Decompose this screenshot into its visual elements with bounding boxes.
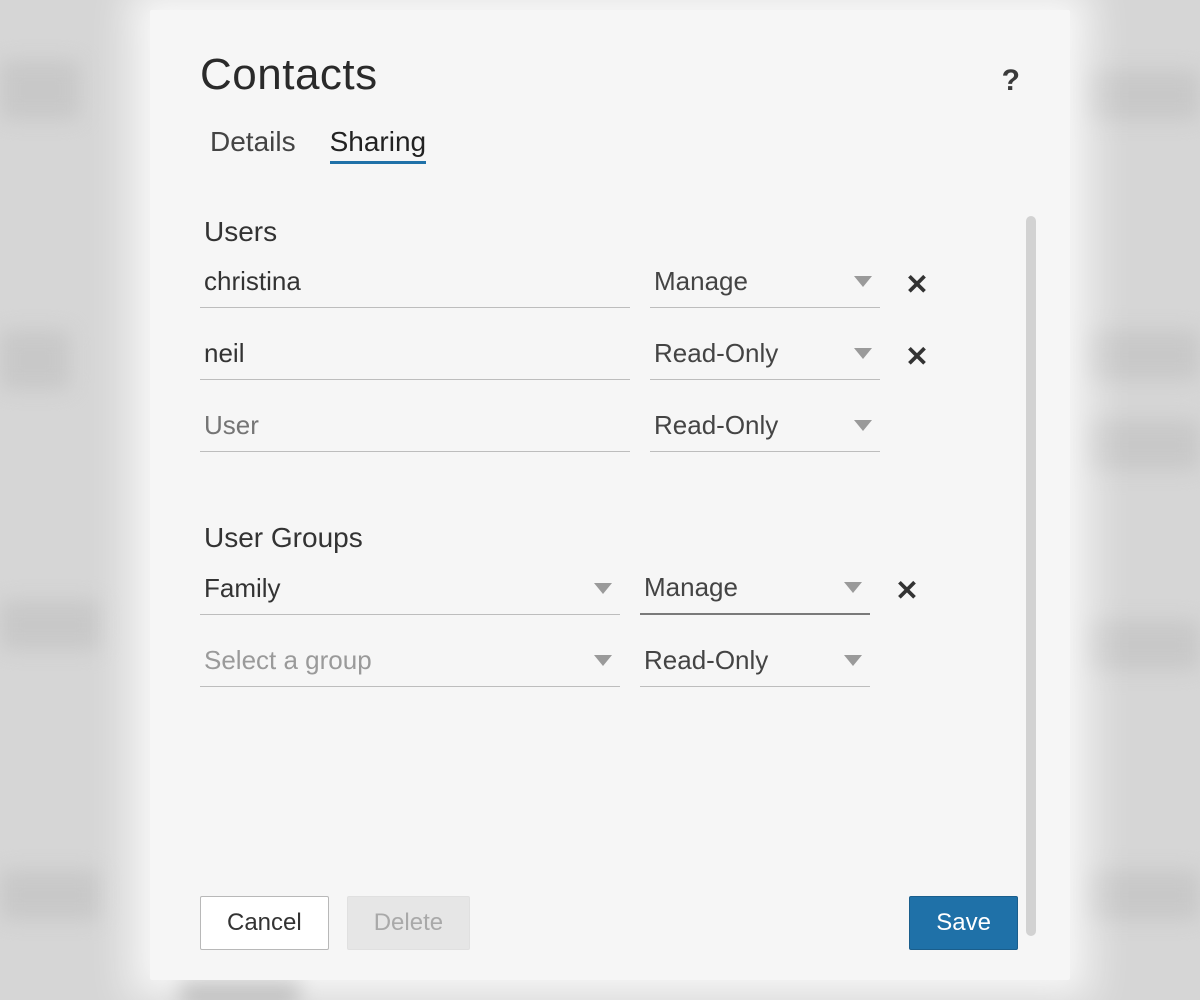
dialog-header: Contacts ?: [200, 40, 1030, 120]
group-placeholder: Select a group: [204, 645, 372, 676]
tab-details[interactable]: Details: [210, 126, 296, 164]
group-row-new: Select a group Read-Only: [200, 639, 1000, 687]
user-row: Read-Only ✕: [200, 332, 1000, 380]
user-row-new: Read-Only: [200, 404, 1000, 452]
permission-value: Read-Only: [654, 410, 778, 441]
tabs: Details Sharing: [210, 126, 1030, 164]
group-row: Family Manage ✕: [200, 566, 1000, 615]
group-select[interactable]: Family: [200, 567, 620, 615]
groups-heading: User Groups: [204, 522, 1000, 554]
permission-select[interactable]: Read-Only: [640, 639, 870, 687]
permission-value: Manage: [644, 572, 738, 603]
permission-select[interactable]: Read-Only: [650, 332, 880, 380]
help-icon[interactable]: ?: [992, 60, 1030, 102]
permission-select[interactable]: Manage: [650, 260, 880, 308]
permission-select[interactable]: Read-Only: [650, 404, 880, 452]
user-name-input[interactable]: [200, 260, 630, 308]
permission-value: Read-Only: [644, 645, 768, 676]
dialog-title: Contacts: [200, 50, 378, 100]
chevron-down-icon: [844, 655, 862, 666]
remove-icon[interactable]: ✕: [900, 340, 934, 373]
remove-icon[interactable]: ✕: [890, 574, 924, 607]
cancel-button[interactable]: Cancel: [200, 896, 329, 950]
scrollbar[interactable]: [1026, 216, 1036, 936]
group-select-new[interactable]: Select a group: [200, 639, 620, 687]
chevron-down-icon: [854, 348, 872, 359]
dialog-body: Users Manage ✕ Read-Only ✕ Read-Only: [200, 216, 1030, 886]
dialog-footer: Cancel Delete Save: [200, 896, 1030, 950]
chevron-down-icon: [854, 276, 872, 287]
chevron-down-icon: [854, 420, 872, 431]
save-button[interactable]: Save: [909, 896, 1018, 950]
permission-select[interactable]: Manage: [640, 566, 870, 615]
permission-value: Read-Only: [654, 338, 778, 369]
users-heading: Users: [204, 216, 1000, 248]
chevron-down-icon: [594, 583, 612, 594]
tab-sharing[interactable]: Sharing: [330, 126, 427, 164]
user-name-input[interactable]: [200, 332, 630, 380]
chevron-down-icon: [594, 655, 612, 666]
contacts-dialog: Contacts ? Details Sharing Users Manage …: [150, 10, 1070, 980]
user-name-input-new[interactable]: [200, 404, 630, 452]
permission-value: Manage: [654, 266, 748, 297]
delete-button: Delete: [347, 896, 470, 950]
remove-icon[interactable]: ✕: [900, 268, 934, 301]
chevron-down-icon: [844, 582, 862, 593]
user-row: Manage ✕: [200, 260, 1000, 308]
group-value: Family: [204, 573, 281, 604]
